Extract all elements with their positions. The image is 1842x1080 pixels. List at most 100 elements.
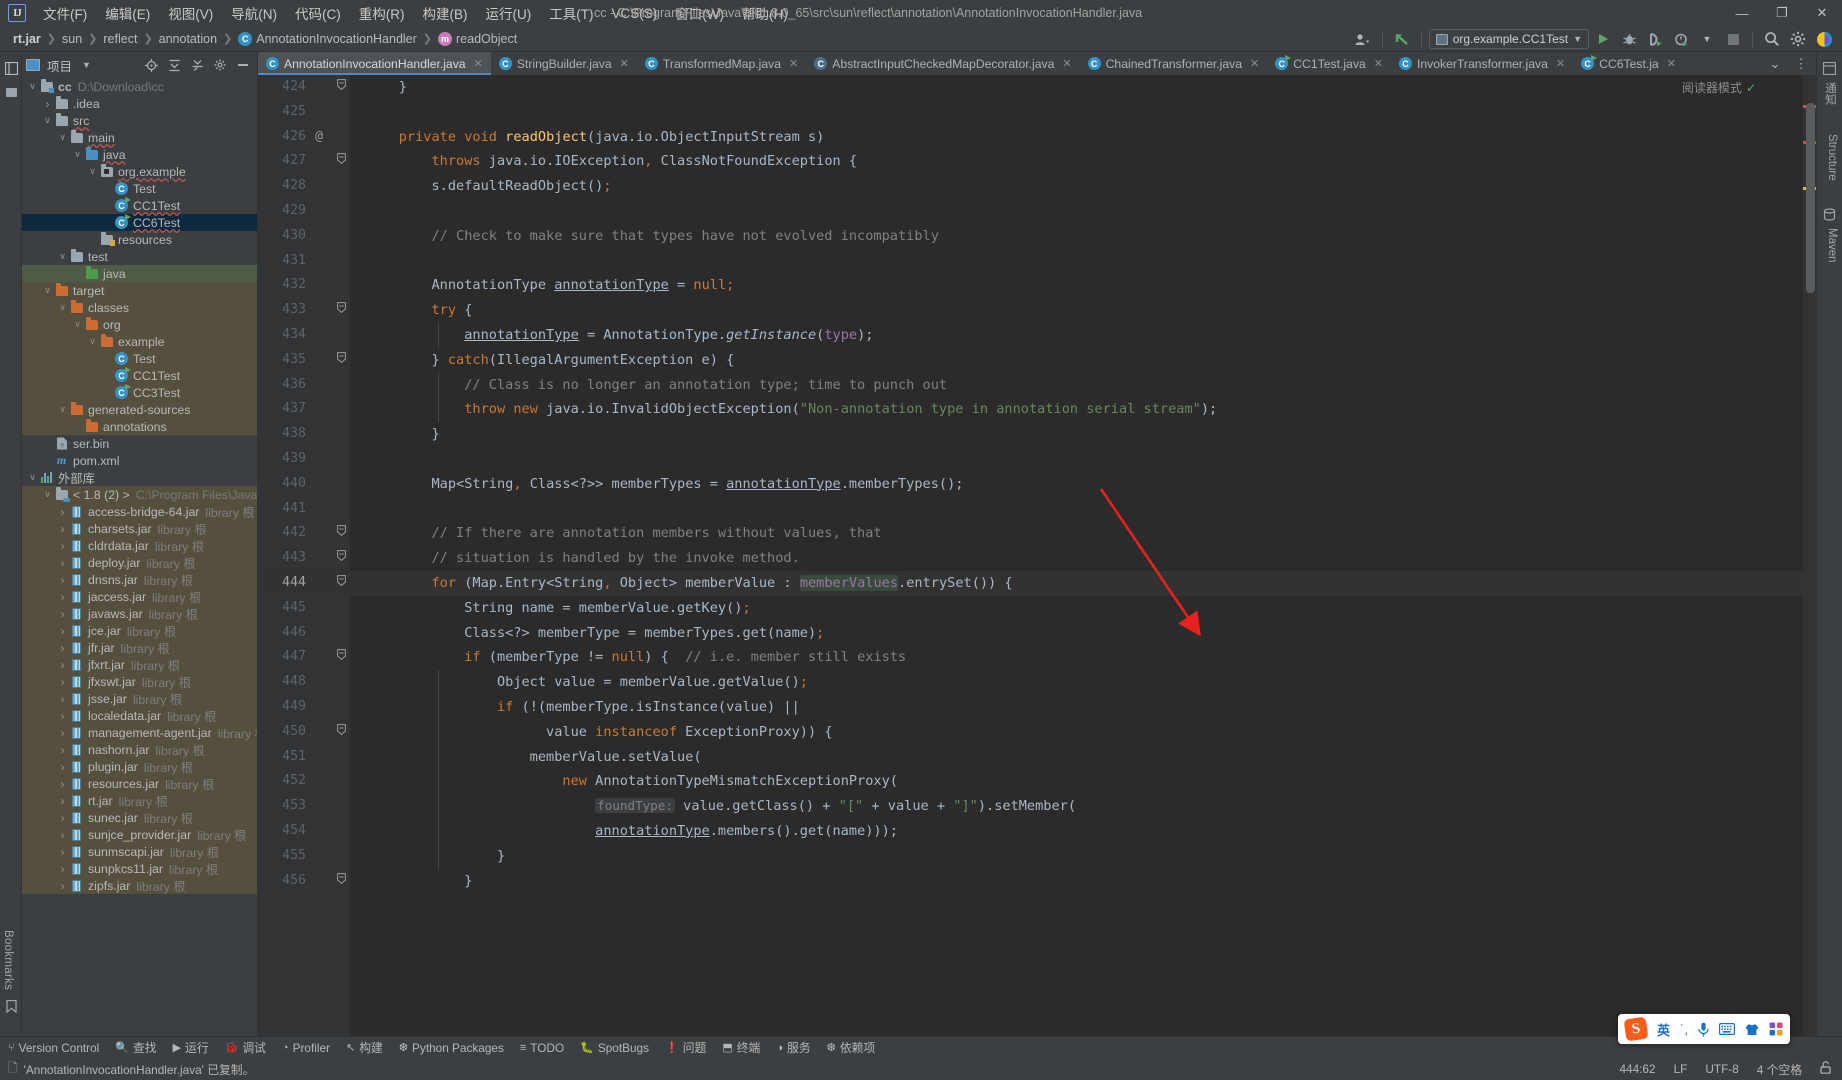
code-line[interactable]: 440 Map<String, Class<?>> memberTypes = … <box>258 472 1816 497</box>
chevron-right-icon[interactable]: › <box>56 811 69 825</box>
menu-refactor[interactable]: 重构(R) <box>350 0 414 26</box>
profiler-icon[interactable] <box>1669 28 1693 50</box>
ime-voice-icon[interactable] <box>1698 1022 1709 1037</box>
code-fold-icon[interactable] <box>334 546 348 571</box>
bottom-tool-bar[interactable]: ⑂ Version Control 🔍 查找 ▶ 运行 🐞 调试 ◔ Profiler ↖ 构建 ❆ Py… <box>0 1036 1842 1058</box>
code-fold-icon[interactable] <box>334 720 348 745</box>
tree-node-target[interactable]: ∨ target <box>22 282 257 299</box>
tree-node-org[interactable]: ∨ org <box>22 316 257 333</box>
code-line[interactable]: 445 String name = memberValue.getKey(); <box>258 596 1816 621</box>
update-project-icon[interactable] <box>1390 28 1414 50</box>
tree-node-resources[interactable]: resources <box>22 231 257 248</box>
chevron-down-icon[interactable]: ∨ <box>41 489 54 500</box>
chevron-down-icon[interactable]: ∨ <box>56 132 69 143</box>
close-button[interactable]: ✕ <box>1802 0 1842 26</box>
tree-node-java-src[interactable]: ∨ java <box>22 146 257 163</box>
file-encoding[interactable]: UTF-8 <box>1705 1062 1738 1076</box>
tree-node-test-class[interactable]: C Test <box>22 180 257 197</box>
tree-node-jfr-jar[interactable]: › jfr.jar library 根 <box>22 639 257 656</box>
project-tree[interactable]: ∨ cc D:\Download\cc › .idea ∨ src ∨ main ∨ java ∨ or… <box>22 78 257 1037</box>
notifications-icon[interactable] <box>1819 58 1839 78</box>
debug-icon[interactable] <box>1617 28 1641 50</box>
user-icon[interactable] <box>1351 28 1375 50</box>
tree-node-test-out[interactable]: C Test <box>22 350 257 367</box>
tree-node-jfxrt-jar[interactable]: › jfxrt.jar library 根 <box>22 656 257 673</box>
close-icon[interactable]: ✕ <box>1556 57 1565 70</box>
chevron-down-icon[interactable]: ∨ <box>86 166 99 177</box>
breadcrumb-item-rt-jar[interactable]: rt.jar <box>8 30 46 48</box>
line-separator[interactable]: LF <box>1674 1062 1688 1076</box>
tree-node-resources-jar[interactable]: › resources.jar library 根 <box>22 775 257 792</box>
stop-icon[interactable] <box>1721 28 1745 50</box>
chevron-right-icon[interactable]: › <box>56 726 69 740</box>
bottom-tool-python-packages[interactable]: ❆ Python Packages <box>391 1039 512 1057</box>
tree-node-external-libraries[interactable]: ∨ 外部库 <box>22 469 257 486</box>
tab-cc6test[interactable]: C CC6Test.ja ✕ <box>1573 52 1684 75</box>
tab-more-options-icon[interactable]: ⋮ <box>1789 53 1813 75</box>
code-line[interactable]: 446 Class<?> memberType = memberTypes.ge… <box>258 621 1816 646</box>
chevron-right-icon[interactable]: › <box>56 743 69 757</box>
breadcrumb-item-annotationinvocationhandler[interactable]: C AnnotationInvocationHandler <box>233 30 422 48</box>
tree-node-cc3test-out[interactable]: C CC3Test <box>22 384 257 401</box>
code-line[interactable]: 451 memberValue.setValue( <box>258 744 1816 770</box>
chevron-right-icon[interactable]: › <box>56 845 69 859</box>
chevron-right-icon[interactable]: › <box>56 794 69 808</box>
tab-stringbuilder[interactable]: C StringBuilder.java ✕ <box>491 52 637 75</box>
code-line[interactable]: 442 // If there are annotation members w… <box>258 521 1816 546</box>
breadcrumb-item-readobject[interactable]: m readObject <box>433 30 522 48</box>
tree-node-sunec-jar[interactable]: › sunec.jar library 根 <box>22 809 257 826</box>
code-line[interactable]: 455 } <box>258 843 1816 869</box>
chevron-right-icon[interactable]: › <box>56 760 69 774</box>
ime-punctuation-icon[interactable]: ˙, <box>1680 1022 1688 1037</box>
tree-node-jce-jar[interactable]: › jce.jar library 根 <box>22 622 257 639</box>
tree-node-cc1test-out[interactable]: C CC1Test <box>22 367 257 384</box>
hide-panel-icon[interactable] <box>233 55 253 75</box>
code-line[interactable]: 438 } <box>258 422 1816 447</box>
run-with-coverage-icon[interactable] <box>1643 28 1667 50</box>
settings-icon[interactable] <box>210 55 230 75</box>
code-line[interactable]: 456 } <box>258 869 1816 894</box>
code-fold-icon[interactable] <box>334 645 348 670</box>
tab-abstractinputcheckedmapdecorator[interactable]: C AbstractInputCheckedMapDecorator.java ✕ <box>806 52 1079 75</box>
caret-position[interactable]: 444:62 <box>1619 1062 1655 1076</box>
menu-code[interactable]: 代码(C) <box>286 0 350 26</box>
tree-node-pom-xml[interactable]: m pom.xml <box>22 452 257 469</box>
chevron-down-icon[interactable]: ∨ <box>56 404 69 415</box>
code-line[interactable]: 447 if (memberType != null) { // i.e. me… <box>258 645 1816 670</box>
scrollbar-thumb[interactable] <box>1806 103 1815 293</box>
tree-node-annotations[interactable]: annotations <box>22 418 257 435</box>
tree-node-rt-jar[interactable]: › rt.jar library 根 <box>22 792 257 809</box>
code-fold-icon[interactable] <box>334 521 348 546</box>
chevron-down-icon[interactable]: ∨ <box>26 81 39 92</box>
bottom-tool-debug[interactable]: 🐞 调试 <box>217 1037 274 1058</box>
ime-skin-icon[interactable] <box>1745 1023 1759 1036</box>
code-line[interactable]: 454 annotationType.members().get(name)))… <box>258 818 1816 844</box>
search-everywhere-icon[interactable] <box>1760 28 1784 50</box>
code-line[interactable]: 441 <box>258 497 1816 522</box>
run-icon[interactable] <box>1591 28 1615 50</box>
ime-tools-icon[interactable] <box>1769 1022 1783 1036</box>
chevron-right-icon[interactable]: › <box>56 777 69 791</box>
close-icon[interactable]: ✕ <box>789 57 798 70</box>
chevron-down-icon[interactable]: ∨ <box>56 251 69 262</box>
tree-node-test-dir[interactable]: ∨ test <box>22 248 257 265</box>
tree-node-zipfs-jar[interactable]: › zipfs.jar library 根 <box>22 877 257 894</box>
structure-label[interactable]: Structure <box>1826 134 1838 181</box>
tab-overflow-icon[interactable]: ⌄ <box>1763 53 1787 75</box>
tree-node-sunpkcs11-jar[interactable]: › sunpkcs11.jar library 根 <box>22 860 257 877</box>
chevron-right-icon[interactable]: › <box>56 862 69 876</box>
chevron-down-icon[interactable]: ∨ <box>41 285 54 296</box>
ai-assistant-icon[interactable] <box>1812 28 1836 50</box>
tree-node-charsets-jar[interactable]: › charsets.jar library 根 <box>22 520 257 537</box>
code-line[interactable]: 439 <box>258 447 1816 472</box>
code-line[interactable]: 433 try { <box>258 298 1816 323</box>
code-line[interactable]: 452 new AnnotationTypeMismatchExceptionP… <box>258 769 1816 795</box>
chevron-down-icon[interactable]: ▼ <box>82 60 91 70</box>
chevron-right-icon[interactable]: › <box>41 97 54 111</box>
code-line[interactable]: 425 <box>258 100 1816 125</box>
ime-toolbar[interactable]: S 英 ˙, <box>1618 1014 1790 1044</box>
chevron-right-icon[interactable]: › <box>56 675 69 689</box>
code-line[interactable]: 424 } <box>258 75 1816 100</box>
code-line[interactable]: 431 <box>258 249 1816 274</box>
bottom-tool-run[interactable]: ▶ 运行 <box>165 1037 217 1058</box>
